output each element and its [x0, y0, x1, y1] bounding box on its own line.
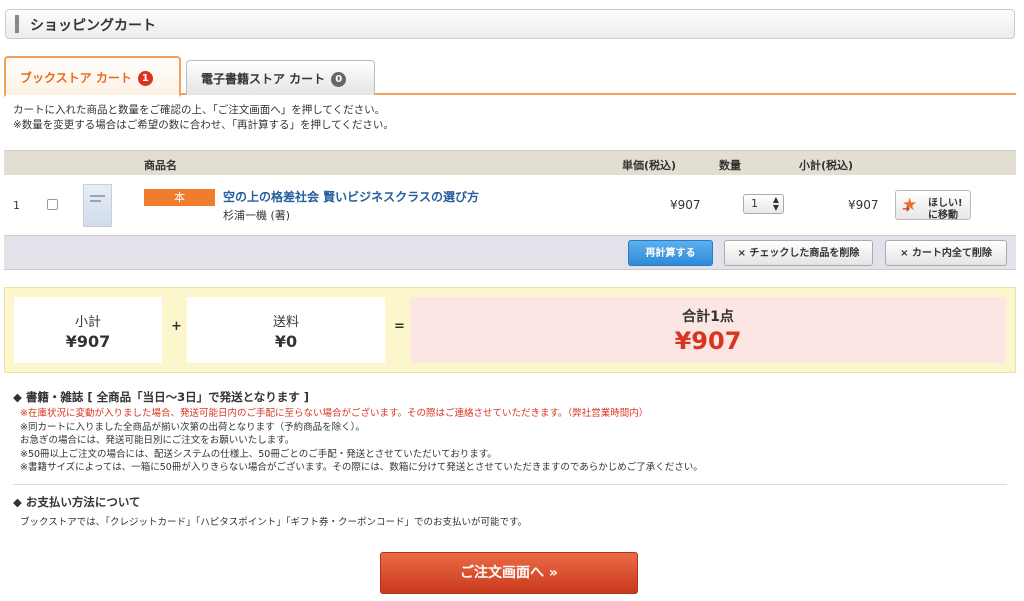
tab-bookstore-cart[interactable]: ブックストア カート 1 — [4, 56, 181, 97]
shipping-value: ¥0 — [274, 332, 298, 351]
quantity-select[interactable]: 1 ▲ ▼ — [743, 194, 784, 214]
wish-label-line2: に移動 — [928, 210, 958, 221]
tab-label: ブックストア カート — [20, 71, 132, 85]
shipping-notes: ※在庫状況に変動が入りました場合、発送可能日内のご手配に至らない場合がございます… — [20, 407, 703, 475]
total-label: 合計1点 — [682, 309, 734, 325]
shipping-label: 送料 — [272, 315, 299, 330]
cart-count-badge: 1 — [137, 71, 153, 86]
delete-checked-button[interactable]: × チェックした商品を削除 — [724, 240, 873, 266]
shipping-note: ※50冊以上ご注文の場合には、配送システムの仕様上、50冊ごとのご手配・発送とさ… — [20, 448, 497, 460]
cart-table-header: 商品名 単価(税込) 数量 小計(税込) — [4, 150, 1016, 175]
product-type-label: 本 — [144, 189, 215, 206]
item-checkbox[interactable] — [47, 199, 58, 210]
column-header-subtotal: 小計(税込) — [799, 159, 854, 172]
total-box: 合計1点 ¥907 — [410, 297, 1006, 363]
subtotal-label: 小計 — [74, 315, 101, 330]
tab-ebook-cart[interactable]: 電子書籍ストア カート 0 — [186, 60, 375, 95]
shipping-note: ※在庫状況に変動が入りました場合、発送可能日内のご手配に至らない場合がございます… — [20, 408, 649, 419]
shipping-box: 送料 ¥0 — [187, 297, 385, 363]
cart-item-row: 1 本 空の上の格差社会 賢いビジネスクラスの選び方 杉浦一機 (著) ¥907… — [4, 175, 1016, 236]
total-value: ¥907 — [674, 327, 742, 355]
move-to-wishlist-button[interactable]: ★ ➜ ほしい! に移動 — [895, 190, 971, 221]
header-accent-bar — [15, 15, 19, 33]
shipping-note: ※同カートに入りました全商品が揃い次第の出荷となります（予約商品を除く）。 — [20, 421, 365, 433]
subtotal-box: 小計 ¥907 — [14, 297, 162, 363]
item-number: 1 — [13, 199, 20, 212]
cart-action-bar: 再計算する × チェックした商品を削除 × カート内全て削除 — [4, 236, 1016, 270]
item-subtotal: ¥907 — [848, 198, 879, 212]
instruction-line: カートに入れた商品と数量をご確認の上、「ご注文画面へ」を押してください。 — [13, 104, 386, 116]
tab-label: 電子書籍ストア カート — [201, 72, 326, 86]
shipping-note: お急ぎの場合には、発送可能日別にご注文をお願いいたします。 — [20, 435, 295, 447]
cart-tabs: ブックストア カート 1 電子書籍ストア カート 0 — [4, 56, 1016, 97]
order-summary: 小計 ¥907 + 送料 ¥0 = 合計1点 ¥907 — [4, 287, 1016, 373]
recalculate-button[interactable]: 再計算する — [628, 240, 713, 266]
cart-instructions: カートに入れた商品と数量をご確認の上、「ご注文画面へ」を押してください。 ※数量… — [13, 103, 394, 133]
delete-all-button[interactable]: × カート内全て削除 — [885, 240, 1007, 266]
payment-methods-text: ブックストアでは、「クレジットカード」「ハピタスポイント」「ギフト券・クーポンコ… — [20, 517, 528, 528]
page-header: ショッピングカート — [5, 9, 1015, 39]
product-author: 杉浦一機 (著) — [223, 209, 291, 222]
section-divider — [13, 484, 1007, 485]
equals-sign: = — [394, 319, 405, 334]
column-header-name: 商品名 — [144, 159, 177, 172]
subtotal-value: ¥907 — [65, 332, 111, 351]
product-title-link[interactable]: 空の上の格差社会 賢いビジネスクラスの選び方 — [223, 188, 479, 205]
instruction-line: ※数量を変更する場合はご希望の数に合わせ、「再計算する」を押してください。 — [13, 119, 394, 131]
shipping-note: ※書籍サイズによっては、一箱に50冊が入りきらない場合がございます。その際には、… — [20, 462, 703, 474]
cart-count-badge: 0 — [331, 72, 347, 87]
unit-price: ¥907 — [670, 198, 701, 212]
select-arrows-icon: ▲ ▼ — [772, 195, 779, 212]
column-header-quantity: 数量 — [719, 159, 741, 172]
proceed-to-order-button[interactable]: ご注文画面へ » — [380, 552, 638, 594]
book-thumbnail[interactable] — [83, 184, 112, 227]
page-title: ショッピングカート — [30, 18, 156, 34]
column-header-unit-price: 単価(税込) — [622, 159, 677, 172]
quantity-value: 1 — [751, 197, 758, 210]
shipping-section-title: ◆ 書籍・雑誌 [ 全商品「当日〜3日」で発送となります ] — [13, 390, 310, 404]
plus-sign: + — [171, 319, 182, 334]
arrow-right-icon: ➜ — [902, 204, 911, 215]
payment-section-title: ◆ お支払い方法について — [13, 495, 141, 509]
